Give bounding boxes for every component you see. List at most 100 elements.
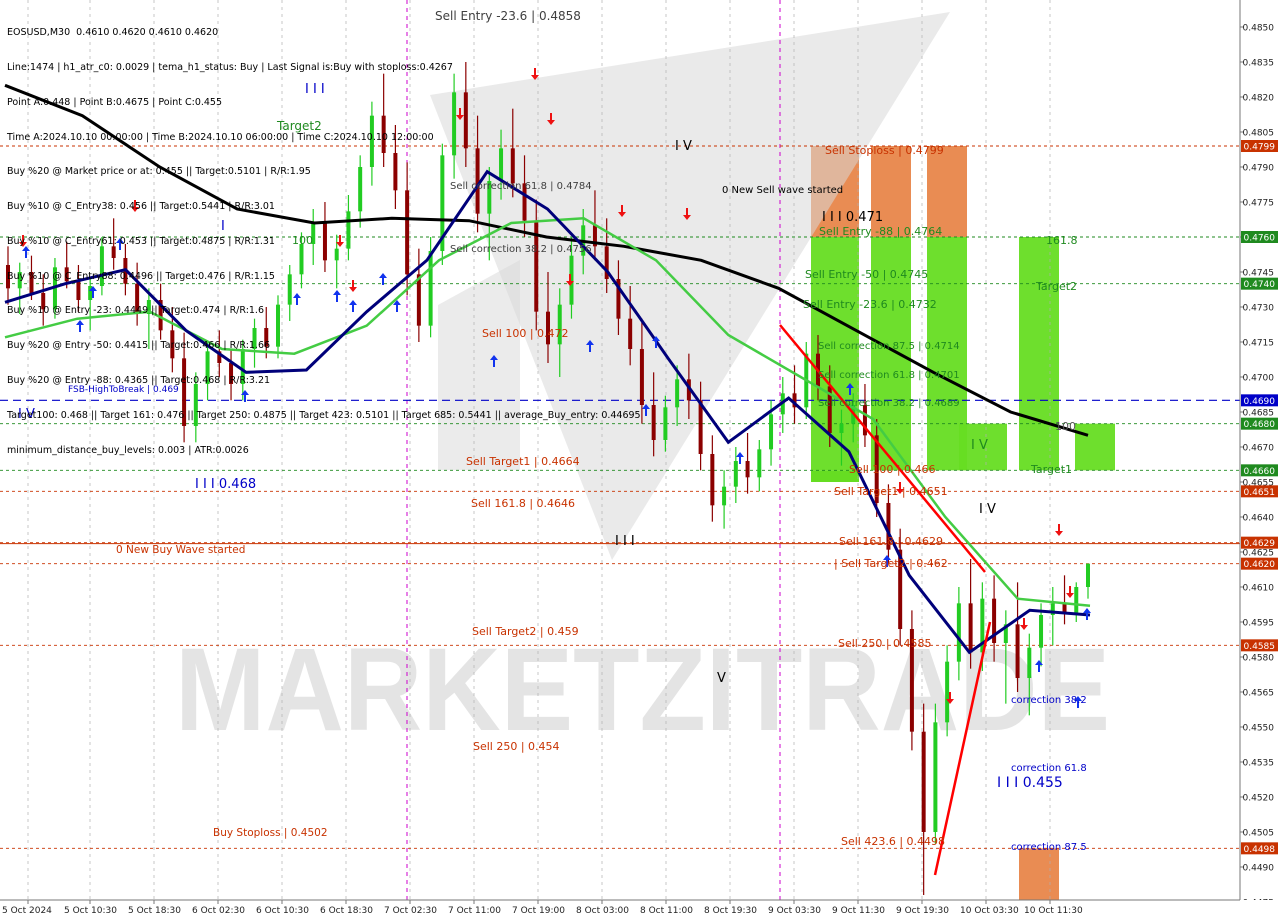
candle-body [945, 661, 950, 723]
chart-annotation: Sell 161.8 | 0.4646 [471, 497, 575, 510]
price-tick-label: 0.4685 [1243, 409, 1275, 419]
chart-annotation: 100 [1055, 420, 1076, 433]
candle-body [769, 414, 774, 450]
price-tick-label: 0.4535 [1243, 759, 1275, 769]
price-tick-label: 0.4715 [1243, 339, 1275, 349]
candle-body [1062, 603, 1067, 613]
chart-annotation: I V [971, 438, 988, 453]
info-line: minimum_distance_buy_levels: 0.003 | ATR… [7, 444, 249, 456]
candle-body [698, 400, 703, 454]
price-tick-label: 0.4520 [1243, 794, 1275, 804]
price-tick-label: 0.4595 [1243, 619, 1275, 629]
chart-annotation: correction 61.8 [1011, 763, 1087, 774]
chart-annotation: Sell 423.6 | 0.4498 [841, 835, 945, 848]
sell-stoploss-zone [927, 146, 967, 237]
info-line: Buy %10 @ Entry -23: 0.4449 || Target:0.… [7, 305, 264, 317]
price-badge-label: 0.4498 [1244, 845, 1276, 855]
chart-annotation: Sell Target1 | 0.4651 [834, 485, 948, 498]
chart-annotation: I I I 0.455 [997, 775, 1063, 791]
chart-annotation: Sell Entry -23.6 | 0.4732 [803, 298, 937, 311]
price-badge-label: 0.4740 [1244, 280, 1276, 290]
price-tick-label: 0.4625 [1243, 549, 1275, 559]
time-tick-label: 10 Oct 03:30 [960, 906, 1019, 916]
info-panel: EOSUSD,M30 0.4610 0.4620 0.4610 0.4620 L… [7, 4, 641, 468]
candle-body [1039, 615, 1044, 648]
price-axis: 0.4850 0.4835 0.4820 0.4805 0.4790 0.4775 0.47… [1239, 0, 1280, 920]
candle-body [1086, 563, 1090, 587]
chart-annotation: Sell Entry -50 | 0.4745 [805, 268, 928, 281]
buy-stop-zone [1019, 848, 1059, 900]
info-line: Buy %20 @ Entry -88: 0.4365 || Target:0.… [7, 375, 271, 386]
chart-annotation: Sell Entry -88 | 0.4764 [819, 225, 942, 238]
chart-annotation: 0 New Sell wave started [722, 185, 843, 196]
price-badge-label: 0.4620 [1244, 560, 1276, 570]
sell-entry-zone [1019, 237, 1059, 471]
time-tick-label: 5 Oct 10:30 [64, 906, 117, 916]
candle-body [663, 407, 668, 440]
info-line: Time A:2024.10.10 00:00:00 | Time B:2024… [7, 131, 434, 143]
price-badge-label: 0.4690 [1244, 397, 1276, 407]
price-badge-label: 0.4799 [1244, 143, 1276, 153]
candle-body [722, 486, 727, 506]
chart-annotation: Sell 161.8 | 0.4629 [839, 535, 943, 548]
chart-annotation: Sell correction 38.2 | 0.4689 [818, 398, 960, 409]
info-line: Target100: 0.468 || Target 161: 0.476 ||… [7, 409, 641, 421]
chart-annotation: Sell Stoploss | 0.4799 [825, 144, 944, 157]
time-tick-label: 6 Oct 02:30 [192, 906, 245, 916]
time-tick-label: 10 Oct 11:30 [1024, 906, 1083, 916]
chart-annotation: Sell Target2 | 0.459 [472, 625, 579, 638]
chart-annotation: I I I 0.471 [822, 210, 883, 225]
candle-body [651, 405, 656, 440]
candle-body [839, 423, 844, 433]
time-tick-label: 5 Oct 18:30 [128, 906, 181, 916]
candle-body [968, 603, 973, 653]
price-tick-label: 0.4490 [1243, 864, 1275, 874]
chart-annotation: Target2 [1035, 280, 1077, 293]
chart-annotation: Sell correction 61.8 | 0.4701 [818, 370, 960, 381]
chart-annotation: correction 38.2 [1011, 695, 1087, 706]
info-line: Buy %20 @ Entry -50: 0.4415 || Target:0.… [7, 340, 271, 352]
price-badge-label: 0.4651 [1244, 488, 1276, 498]
time-tick-label: 7 Oct 11:00 [448, 906, 501, 916]
chart-annotation: I V [675, 139, 692, 154]
chart-annotation: I I I [615, 534, 635, 549]
time-tick-label: 8 Oct 19:30 [704, 906, 757, 916]
price-badge-label: 0.4760 [1244, 234, 1276, 244]
candle-body [921, 731, 926, 832]
price-tick-label: 0.4580 [1243, 654, 1275, 664]
price-tick-label: 0.4745 [1243, 269, 1275, 279]
price-tick-label: 0.4700 [1243, 374, 1275, 384]
candle-body [757, 449, 762, 478]
price-badge-label: 0.4680 [1244, 420, 1276, 430]
candle-body [956, 603, 961, 662]
chart-annotation: Target1 [1030, 463, 1072, 476]
price-tick-label: 0.4565 [1243, 689, 1275, 699]
candle-body [745, 461, 750, 478]
chart-annotation: Sell 100 | 0.466 [849, 463, 936, 476]
time-tick-label: 7 Oct 19:00 [512, 906, 565, 916]
candle-body [1074, 587, 1079, 613]
candle-body [710, 454, 715, 506]
info-line: EOSUSD,M30 0.4610 0.4620 0.4610 0.4620 [7, 27, 219, 39]
time-tick-label: 8 Oct 03:00 [576, 906, 629, 916]
chart-annotation: | Sell Target2 | 0.462 [834, 557, 948, 570]
time-axis: 5 Oct 2024 5 Oct 10:30 5 Oct 18:30 6 Oct 02… [0, 899, 1280, 920]
time-tick-label: 6 Oct 10:30 [256, 906, 309, 916]
candle-body [933, 722, 938, 832]
chart-annotation: 161.8 [1046, 234, 1078, 247]
level-label: Buy Stoploss | 0.4502 [213, 827, 328, 839]
price-tick-label: 0.4775 [1243, 199, 1275, 209]
chart-annotation: Sell correction 87.5 | 0.4714 [818, 341, 960, 352]
price-badge-label: 0.4585 [1244, 642, 1276, 652]
info-line: Buy %10 @ C_Entry88: 0.4496 || Target:0.… [7, 270, 275, 282]
price-tick-label: 0.4550 [1243, 724, 1275, 734]
info-line: Buy %10 @ C_Entry38: 0.456 || Target:0.5… [7, 201, 275, 213]
candle-body [1015, 624, 1020, 678]
time-tick-label: 6 Oct 18:30 [320, 906, 373, 916]
time-tick-label: 8 Oct 11:00 [640, 906, 693, 916]
info-line: Point A:0.448 | Point B:0.4675 | Point C… [7, 96, 223, 108]
price-badge-label: 0.4660 [1244, 467, 1276, 477]
time-tick-label: 5 Oct 2024 [2, 906, 52, 916]
candle-body [1027, 647, 1032, 678]
price-tick-label: 0.4730 [1243, 304, 1275, 314]
